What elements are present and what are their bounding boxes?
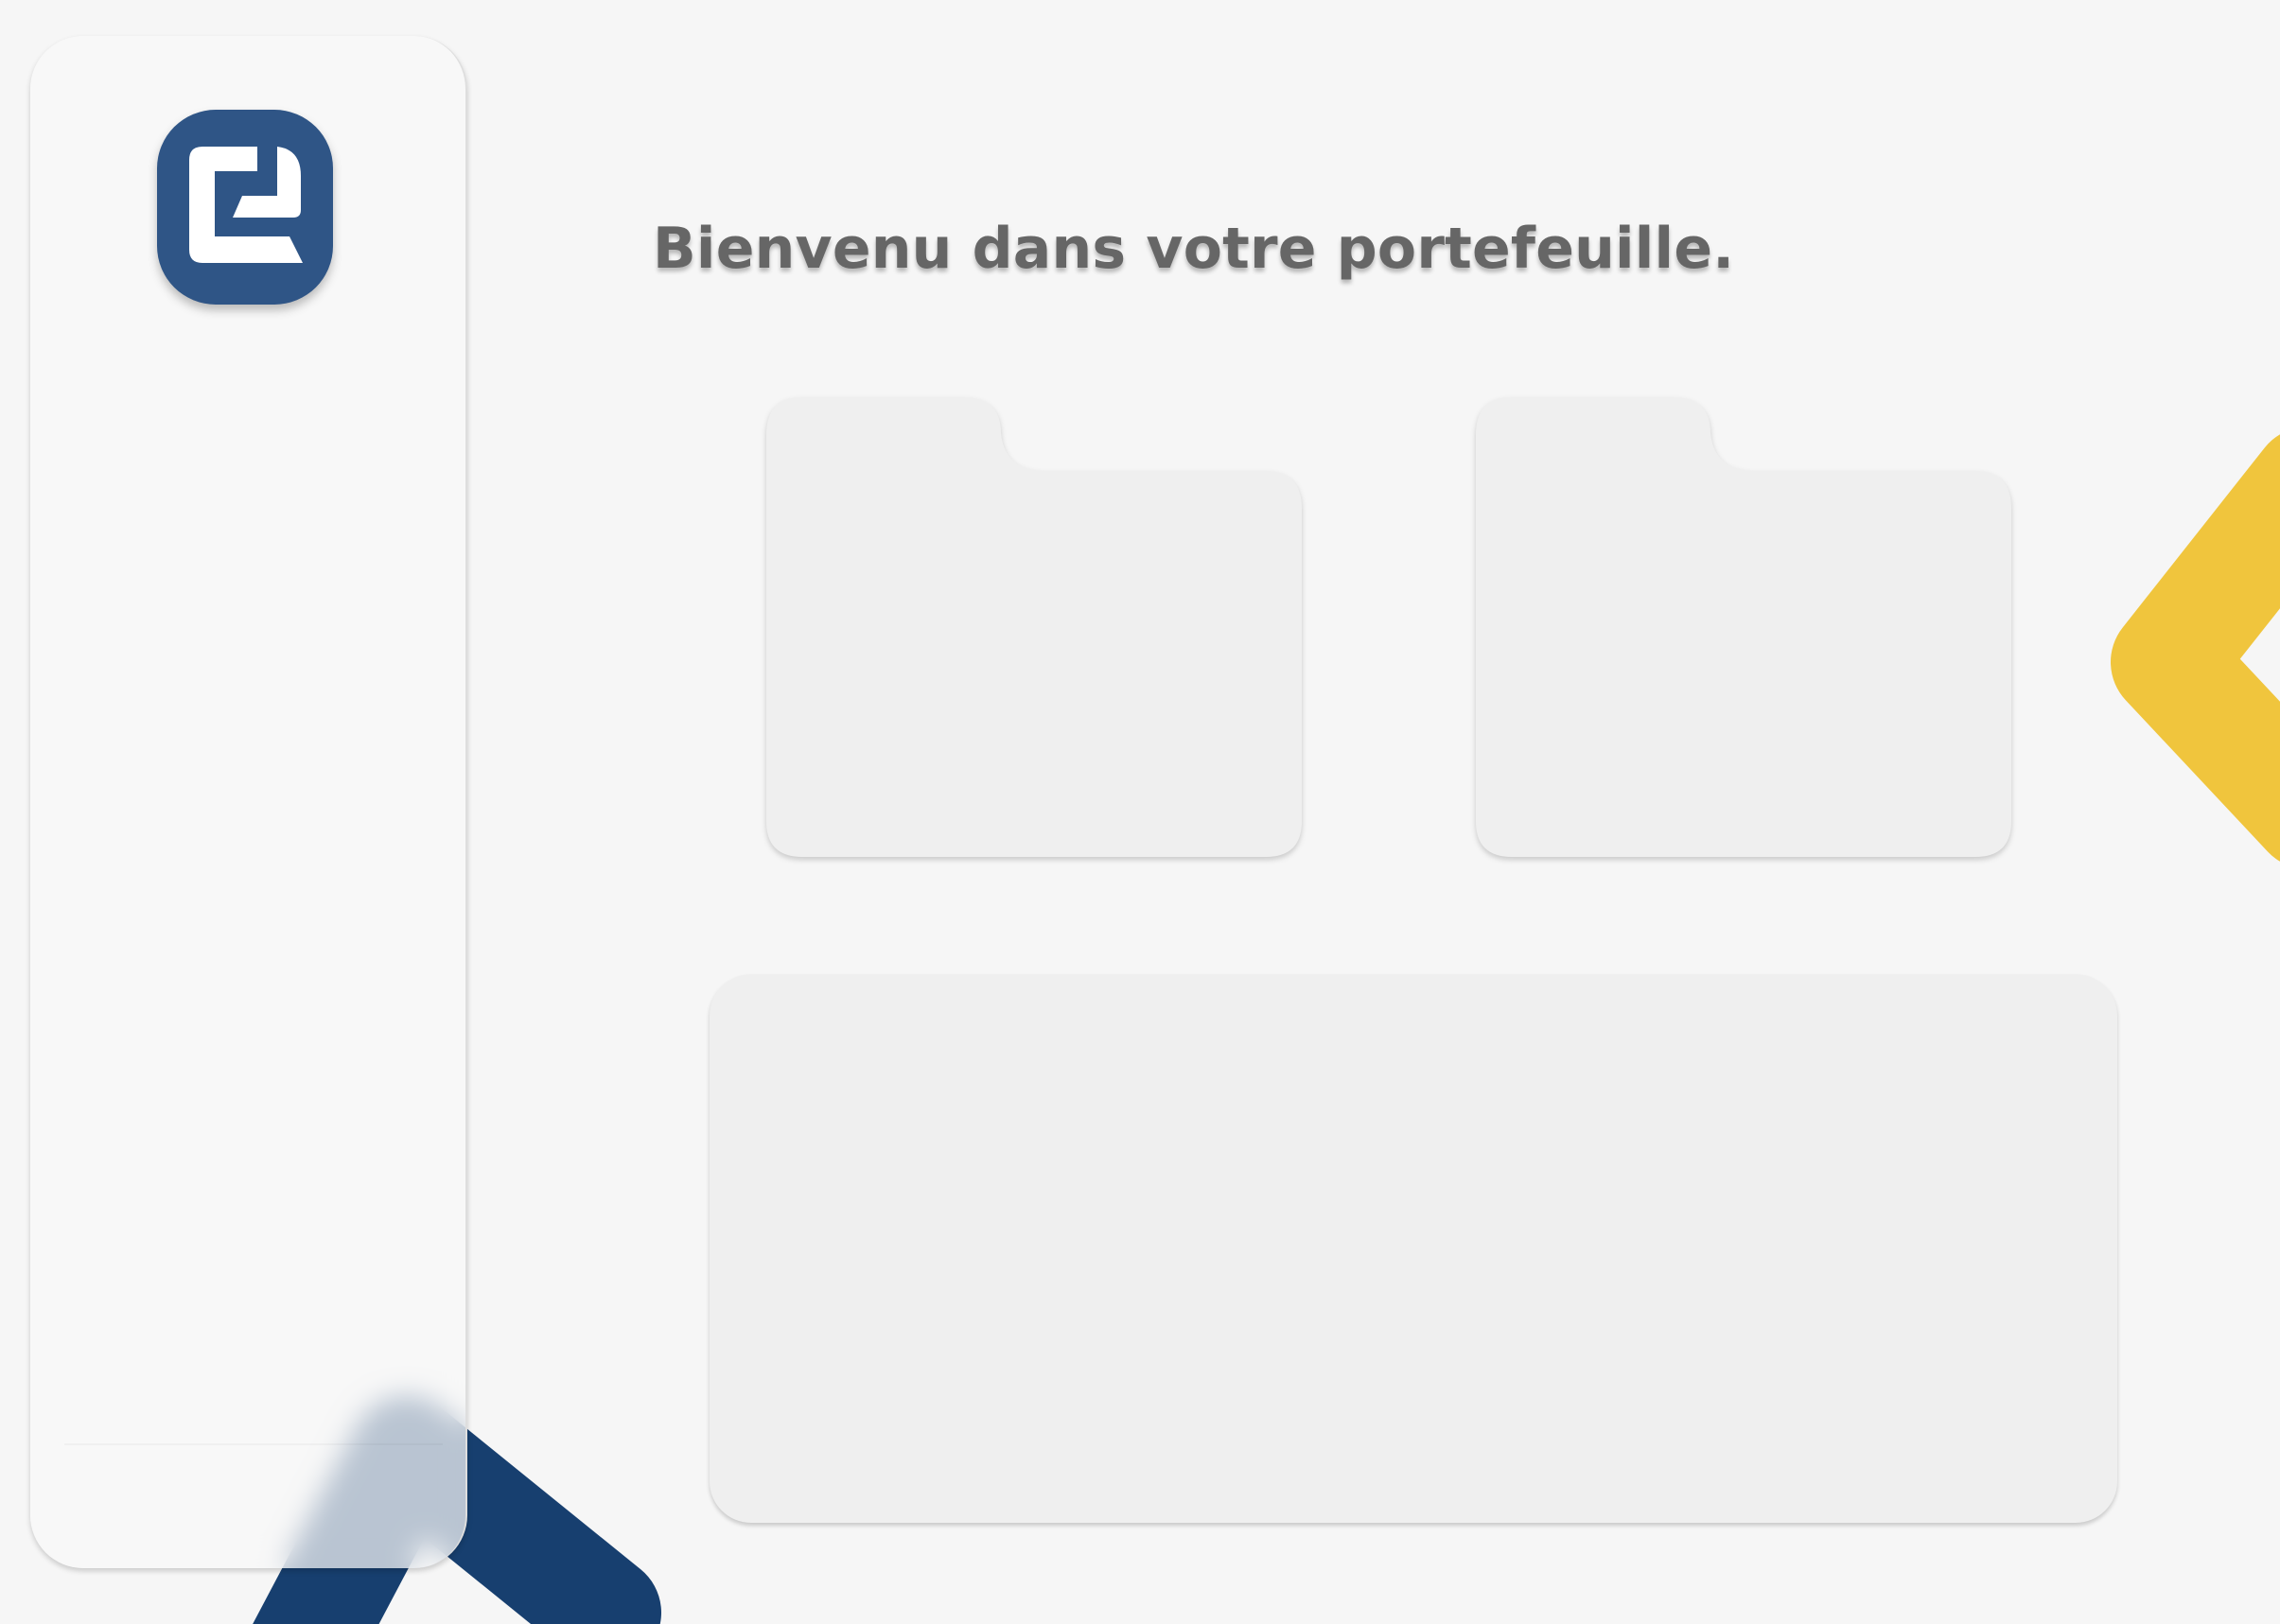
folder-icon	[1476, 397, 2011, 857]
wallet-logo-icon[interactable]	[157, 110, 333, 305]
page-title: Bienvenu dans votre portefeuille.	[653, 216, 1735, 282]
folder-card[interactable]	[1474, 397, 2013, 861]
logo-glyph-icon	[189, 147, 303, 263]
sidebar	[30, 36, 467, 1568]
folder-icon	[766, 397, 1302, 857]
folder-card[interactable]	[764, 397, 1304, 861]
main-content-panel	[710, 974, 2117, 1523]
yellow-chevron-shape	[2119, 445, 2280, 880]
yellow-chevron-stroke	[2111, 434, 2280, 862]
sidebar-divider	[64, 1443, 443, 1445]
